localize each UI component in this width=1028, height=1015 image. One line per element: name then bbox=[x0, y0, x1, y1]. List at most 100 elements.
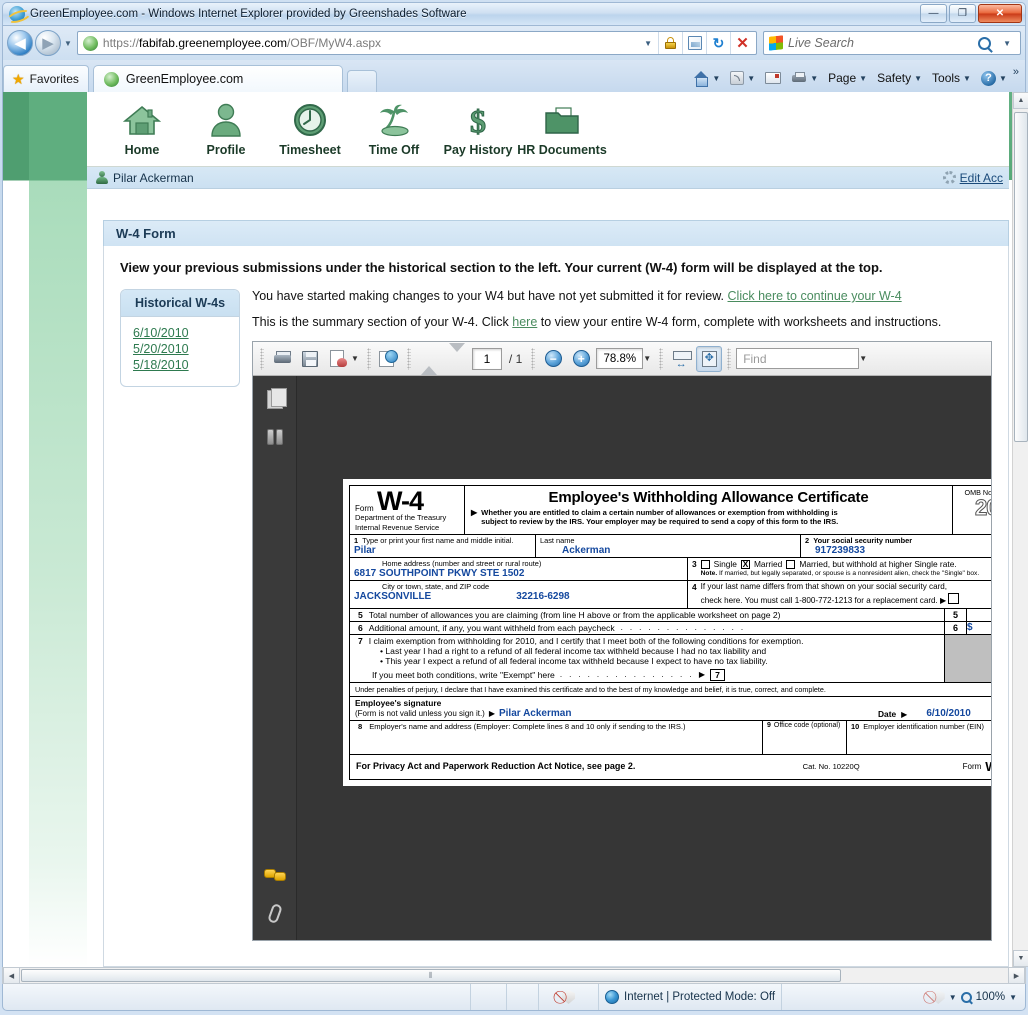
mail-button[interactable] bbox=[761, 70, 785, 86]
search-box[interactable]: Live Search ▼ bbox=[763, 31, 1021, 55]
chevron-down-icon[interactable]: ▼ bbox=[999, 74, 1007, 83]
nav-item-timesheet[interactable]: Timesheet bbox=[271, 100, 349, 157]
new-tab-button[interactable] bbox=[346, 70, 377, 92]
comments-panel-button[interactable] bbox=[263, 864, 286, 886]
compatibility-view-button[interactable] bbox=[682, 32, 706, 54]
name-differs-cell: 4 If your last name differs from that sh… bbox=[687, 581, 991, 608]
page-lead-text: View your previous submissions under the… bbox=[120, 260, 883, 275]
chevron-down-icon[interactable]: ▼ bbox=[810, 74, 818, 83]
list-item[interactable]: 5/18/2010 bbox=[133, 358, 239, 372]
search-panel-button[interactable] bbox=[264, 426, 286, 448]
page-scrollbar-horizontal[interactable]: ◀ ⦀ ▶ bbox=[2, 967, 1026, 984]
page-menu[interactable]: Page ▼ bbox=[824, 69, 871, 87]
fit-width-button[interactable] bbox=[668, 346, 694, 372]
recent-pages-chevron-icon[interactable]: ▼ bbox=[64, 39, 72, 48]
chevron-down-icon[interactable]: ▼ bbox=[949, 993, 957, 1002]
scrollbar-thumb[interactable] bbox=[1014, 112, 1028, 442]
maximize-button[interactable]: ❐ bbox=[949, 4, 976, 23]
nav-item-profile[interactable]: Profile bbox=[187, 100, 265, 157]
chevron-down-icon[interactable]: ▼ bbox=[1009, 993, 1017, 1002]
scroll-down-button[interactable]: ▼ bbox=[1013, 950, 1028, 967]
address-bar[interactable]: https://fabifab.greenemployee.com/OBF/My… bbox=[76, 31, 757, 55]
chevron-down-icon[interactable]: ▼ bbox=[859, 354, 867, 363]
line3-note: If married, but legally separated, or sp… bbox=[719, 570, 980, 578]
nav-item-hr-documents[interactable]: HR Documents bbox=[517, 100, 607, 157]
chevron-down-icon: ▼ bbox=[859, 73, 868, 83]
feeds-button[interactable]: ▼ bbox=[726, 69, 759, 87]
next-page-button[interactable] bbox=[444, 342, 470, 372]
nav-item-time-off[interactable]: Time Off bbox=[355, 100, 433, 157]
chevron-down-icon[interactable]: ▼ bbox=[747, 74, 755, 83]
summary-note-post: to view your entire W-4 form, complete w… bbox=[540, 315, 942, 329]
zoom-level-input[interactable]: 78.8% bbox=[596, 348, 644, 369]
higher-single-rate-checkbox[interactable] bbox=[786, 559, 796, 569]
back-button[interactable]: ◀ bbox=[7, 30, 33, 56]
address-dropdown-icon[interactable]: ▼ bbox=[638, 39, 658, 48]
pages-panel-button[interactable] bbox=[264, 387, 287, 410]
page-scrollbar-vertical[interactable]: ▲ ▼ bbox=[1012, 92, 1028, 967]
printer-icon bbox=[273, 351, 291, 366]
edit-account-button[interactable]: Edit Acc bbox=[942, 171, 1003, 185]
page-number-input[interactable]: 1 bbox=[471, 347, 502, 370]
email-button[interactable] bbox=[376, 346, 402, 372]
single-checkbox[interactable] bbox=[700, 559, 710, 569]
nav-item-home[interactable]: Home bbox=[103, 100, 181, 157]
user-avatar-icon bbox=[95, 171, 108, 184]
close-button[interactable]: ✕ bbox=[978, 4, 1022, 23]
date-label: Date bbox=[878, 708, 897, 719]
filing-status-cell: 3 Single M bbox=[687, 558, 991, 581]
refresh-button[interactable]: ↻ bbox=[706, 32, 730, 54]
help-button[interactable]: ? ▼ bbox=[977, 69, 1011, 88]
security-zone[interactable]: Internet | Protected Mode: Off bbox=[599, 984, 783, 1010]
line-number: 7 bbox=[358, 635, 363, 646]
security-lock-button[interactable] bbox=[658, 32, 682, 54]
search-input[interactable]: Live Search bbox=[788, 36, 978, 50]
fit-page-button[interactable] bbox=[696, 345, 723, 372]
married-checkbox[interactable] bbox=[740, 559, 750, 570]
zoom-in-button[interactable]: + bbox=[568, 346, 594, 372]
fit-width-icon bbox=[672, 350, 692, 370]
list-item[interactable]: 5/20/2010 bbox=[133, 342, 239, 356]
search-icon[interactable] bbox=[978, 36, 992, 50]
attachments-panel-button[interactable] bbox=[264, 902, 286, 924]
chevron-down-icon[interactable]: ▼ bbox=[712, 74, 720, 83]
forward-button[interactable]: ▶ bbox=[35, 30, 61, 56]
fit-page-icon bbox=[701, 350, 717, 367]
name-differs-checkbox[interactable] bbox=[948, 593, 960, 604]
zoom-out-button[interactable]: − bbox=[540, 346, 566, 372]
nav-item-pay-history[interactable]: $ Pay History bbox=[439, 100, 517, 157]
scroll-left-button[interactable]: ◀ bbox=[3, 967, 20, 984]
chevron-down-icon[interactable]: ▼ bbox=[643, 354, 651, 363]
minimize-button[interactable]: — bbox=[920, 4, 947, 23]
list-item[interactable]: 6/10/2010 bbox=[133, 326, 239, 340]
continue-w4-link[interactable]: Click here to continue your W-4 bbox=[728, 289, 902, 303]
pdf-scroll-area[interactable]: Form W-4 Department of the Treasury Inte… bbox=[297, 376, 991, 940]
summary-note-pre: This is the summary section of your W-4.… bbox=[252, 315, 509, 329]
overflow-chevron-icon[interactable]: » bbox=[1013, 66, 1019, 78]
view-full-w4-link[interactable]: here bbox=[512, 315, 537, 329]
w4-name-row: 1 Type or print your first name and midd… bbox=[350, 535, 991, 559]
home-button[interactable]: ▼ bbox=[689, 69, 724, 87]
tab-greenemployee[interactable]: GreenEmployee.com bbox=[92, 65, 343, 92]
scrollbar-thumb[interactable]: ⦀ bbox=[21, 969, 841, 982]
export-button[interactable] bbox=[325, 346, 351, 372]
search-provider-chevron-icon[interactable]: ▼ bbox=[997, 39, 1017, 48]
tools-menu[interactable]: Tools ▼ bbox=[928, 69, 975, 87]
signature-label: Employee's signature bbox=[355, 697, 442, 708]
safety-menu[interactable]: Safety ▼ bbox=[873, 69, 926, 87]
stop-button[interactable]: ✕ bbox=[730, 32, 754, 54]
export-document-icon bbox=[329, 350, 347, 367]
protected-mode-indicator[interactable] bbox=[539, 984, 599, 1010]
page-total-label: / 1 bbox=[508, 351, 523, 366]
find-input[interactable]: Find bbox=[736, 348, 860, 369]
save-button[interactable] bbox=[297, 346, 323, 372]
chevron-down-icon[interactable]: ▼ bbox=[351, 354, 359, 363]
zone-label: Internet | Protected Mode: Off bbox=[624, 991, 776, 1003]
previous-page-button[interactable] bbox=[416, 346, 442, 375]
favorites-button[interactable]: ★ Favorites bbox=[3, 65, 89, 92]
scroll-up-button[interactable]: ▲ bbox=[1013, 92, 1028, 109]
zoom-control[interactable]: ▼ 100% ▼ bbox=[932, 990, 1025, 1004]
scroll-right-button[interactable]: ▶ bbox=[1008, 967, 1025, 984]
print-button[interactable] bbox=[269, 346, 295, 372]
print-button[interactable]: ▼ bbox=[787, 70, 822, 87]
